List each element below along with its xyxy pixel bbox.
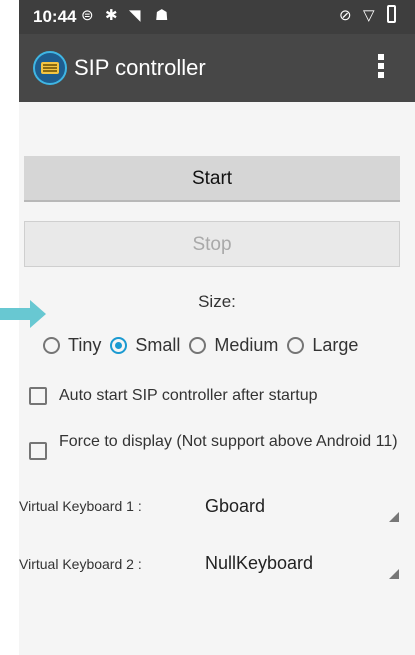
radio-large[interactable]: Large bbox=[287, 335, 358, 356]
overflow-menu-icon[interactable] bbox=[376, 52, 386, 84]
auto-start-checkbox[interactable] bbox=[29, 387, 47, 405]
size-label: Size: bbox=[198, 292, 236, 311]
status-bar: 10:44 ⊜ ✱ ◥ ☗ ⊘ ▽ bbox=[19, 0, 415, 34]
location-icon: ▽ bbox=[363, 7, 375, 24]
dropdown-arrow-icon bbox=[389, 569, 399, 579]
radio-medium-label: Medium bbox=[214, 334, 279, 355]
sim-icon: ⊜ bbox=[81, 7, 94, 24]
virtual-keyboard-1-spinner[interactable]: Gboard bbox=[203, 494, 399, 522]
phone-screen: 10:44 ⊜ ✱ ◥ ☗ ⊘ ▽ SIP controller Start S… bbox=[19, 0, 415, 655]
auto-start-label: Auto start SIP controller after startup bbox=[59, 387, 318, 404]
force-display-label: Force to display (Not support above Andr… bbox=[59, 433, 398, 450]
pointer-arrow-icon bbox=[0, 300, 46, 328]
virtual-keyboard-2-value: NullKeyboard bbox=[205, 553, 314, 573]
radio-tiny-label: Tiny bbox=[68, 334, 102, 355]
virtual-keyboard-2-spinner[interactable]: NullKeyboard bbox=[203, 551, 399, 579]
start-button[interactable]: Start bbox=[24, 156, 400, 202]
settings-icon: ✱ bbox=[105, 7, 118, 24]
auto-start-option[interactable]: Auto start SIP controller after startup bbox=[29, 387, 399, 405]
app-bar: SIP controller bbox=[19, 34, 415, 102]
radio-tiny-indicator[interactable] bbox=[43, 336, 60, 354]
dropdown-arrow-icon bbox=[389, 512, 399, 522]
bug-icon: ☗ bbox=[155, 7, 169, 24]
force-display-option[interactable]: Force to display (Not support above Andr… bbox=[29, 432, 399, 460]
battery-icon bbox=[387, 5, 396, 23]
mute-icon: ⊘ bbox=[339, 7, 352, 24]
keyboard-icon bbox=[33, 51, 67, 85]
radio-small-label: Small bbox=[135, 334, 181, 355]
status-time: 10:44 bbox=[33, 7, 77, 26]
radio-tiny[interactable]: Tiny bbox=[43, 335, 101, 356]
radio-small-indicator[interactable] bbox=[110, 336, 128, 354]
stop-button[interactable]: Stop bbox=[24, 221, 400, 267]
size-radio-group: Tiny Small Medium Large bbox=[43, 330, 367, 360]
virtual-keyboard-1-label: Virtual Keyboard 1 : bbox=[19, 498, 142, 514]
wifi-icon: ◥ bbox=[129, 7, 141, 24]
force-display-checkbox[interactable] bbox=[29, 442, 47, 460]
radio-small[interactable]: Small bbox=[110, 335, 180, 356]
radio-large-indicator[interactable] bbox=[287, 336, 305, 354]
virtual-keyboard-1-value: Gboard bbox=[205, 496, 266, 516]
radio-large-label: Large bbox=[312, 334, 359, 355]
radio-medium[interactable]: Medium bbox=[189, 335, 278, 356]
virtual-keyboard-2-label: Virtual Keyboard 2 : bbox=[19, 556, 142, 572]
radio-medium-indicator[interactable] bbox=[189, 336, 207, 354]
app-title: SIP controller bbox=[74, 55, 206, 80]
